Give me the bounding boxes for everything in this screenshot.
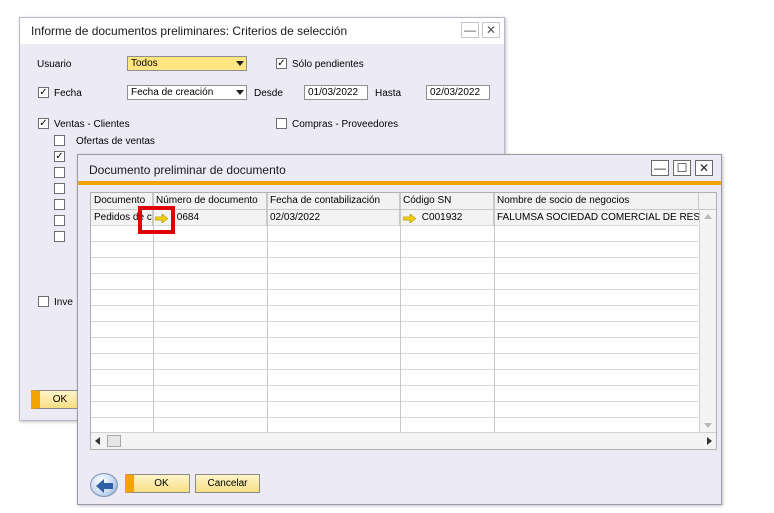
table-row	[91, 290, 698, 306]
close-icon[interactable]: ✕	[695, 160, 713, 176]
ok-button[interactable]: OK	[31, 390, 81, 409]
column-header-nombre[interactable]: Nombre de socio de negocios	[494, 193, 699, 210]
vertical-scrollbar[interactable]	[699, 210, 716, 432]
desde-field[interactable]: 01/03/2022	[304, 85, 368, 100]
scroll-right-icon[interactable]	[707, 437, 712, 445]
column-divider	[267, 193, 268, 432]
hasta-value: 02/03/2022	[430, 87, 481, 98]
sales-doc-checkbox[interactable]: ✓	[54, 151, 65, 162]
horizontal-scrollbar[interactable]	[91, 432, 716, 449]
solo-pendientes-label: Sólo pendientes	[292, 59, 364, 70]
fecha-type-value: Fecha de creación	[131, 87, 214, 98]
sales-doc-checkbox[interactable]	[54, 183, 65, 194]
hasta-field[interactable]: 02/03/2022	[426, 85, 490, 100]
compras-checkbox[interactable]	[276, 118, 287, 129]
fecha-type-combo[interactable]: Fecha de creación	[127, 85, 247, 100]
fecha-label: Fecha	[54, 88, 82, 99]
ok-button-label: OK	[52, 394, 68, 405]
table-row	[91, 370, 698, 386]
cancel-button-label: Cancelar	[207, 478, 248, 489]
back-arrow-icon[interactable]	[90, 473, 118, 497]
title-bar: Documento preliminar de documento — ☐ ✕	[78, 155, 721, 185]
scroll-thumb[interactable]	[107, 435, 121, 447]
table-row	[91, 242, 698, 258]
table-row[interactable]: Pedidos de cl 0684 02/03/2022 C001932 FA…	[91, 210, 699, 226]
scroll-down-icon[interactable]	[704, 423, 712, 428]
fecha-checkbox[interactable]: ✓	[38, 87, 49, 98]
codigo-sn-value: C001932	[421, 212, 463, 223]
minimize-icon[interactable]: —	[461, 22, 479, 38]
column-divider	[400, 193, 401, 432]
table-row	[91, 226, 698, 242]
table-row	[91, 338, 698, 354]
desde-label: Desde	[254, 88, 283, 99]
column-header-fecha[interactable]: Fecha de contabilización	[267, 193, 400, 210]
scroll-left-icon[interactable]	[95, 437, 100, 445]
close-icon[interactable]: ✕	[482, 22, 500, 38]
window-title: Documento preliminar de documento	[89, 163, 286, 177]
table-row	[91, 354, 698, 370]
table-row	[91, 306, 698, 322]
scroll-up-icon[interactable]	[704, 214, 712, 219]
table-row	[91, 258, 698, 274]
usuario-value: Todos	[131, 58, 158, 69]
desde-value: 01/03/2022	[308, 87, 359, 98]
ventas-label: Ventas - Clientes	[54, 119, 130, 130]
inventario-label: Inve	[54, 297, 73, 308]
cell-codigo-sn: C001932	[400, 210, 494, 226]
chevron-down-icon	[236, 90, 244, 95]
cell-nombre: FALUMSA SOCIEDAD COMERCIAL DE RES	[497, 212, 699, 223]
inventario-checkbox[interactable]	[38, 296, 49, 307]
numero-value: 0684	[176, 212, 200, 223]
column-header-codigo-sn[interactable]: Código SN	[400, 193, 494, 210]
usuario-combo[interactable]: Todos	[127, 56, 247, 71]
solo-pendientes-checkbox[interactable]: ✓	[276, 58, 287, 69]
ok-button-label: OK	[154, 478, 169, 489]
grid-header: Documento Número de documento Fecha de c…	[91, 193, 716, 210]
chevron-down-icon	[236, 61, 244, 66]
link-arrow-icon[interactable]	[402, 213, 417, 224]
sales-doc-checkbox[interactable]	[54, 231, 65, 242]
table-row	[91, 402, 698, 418]
documents-grid: Documento Número de documento Fecha de c…	[90, 192, 717, 450]
table-row	[91, 386, 698, 402]
minimize-icon[interactable]: —	[651, 160, 669, 176]
table-row	[91, 274, 698, 290]
hasta-label: Hasta	[375, 88, 402, 99]
maximize-icon[interactable]: ☐	[673, 160, 691, 176]
ventas-checkbox[interactable]: ✓	[38, 118, 49, 129]
preliminary-document-window: Documento preliminar de documento — ☐ ✕ …	[77, 154, 722, 505]
title-bar: Informe de documentos preliminares: Crit…	[20, 18, 504, 44]
cell-fecha: 02/03/2022	[267, 210, 400, 226]
cancel-button[interactable]: Cancelar	[195, 474, 260, 493]
usuario-label: Usuario	[37, 59, 72, 70]
column-divider	[494, 193, 495, 432]
ofertas-checkbox[interactable]	[54, 135, 65, 146]
compras-label: Compras - Proveedores	[292, 119, 399, 130]
table-row	[91, 322, 698, 338]
ok-button[interactable]: OK	[125, 474, 190, 493]
sales-doc-checkbox[interactable]	[54, 199, 65, 210]
window-title: Informe de documentos preliminares: Crit…	[31, 24, 348, 38]
sales-doc-checkbox[interactable]	[54, 215, 65, 226]
sales-doc-checkbox[interactable]	[54, 167, 65, 178]
highlight-box	[138, 206, 175, 234]
ofertas-label: Ofertas de ventas	[76, 136, 155, 147]
